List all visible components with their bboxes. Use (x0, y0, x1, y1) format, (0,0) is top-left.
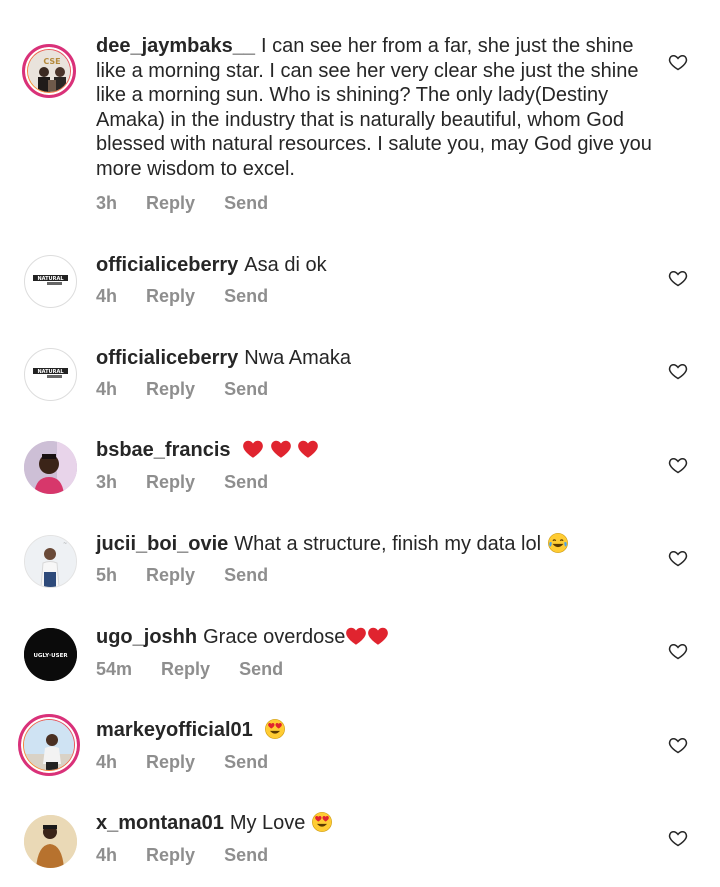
brand-logo-icon: UGLY·USER (24, 628, 77, 681)
like-heart-icon[interactable] (668, 268, 688, 288)
red-heart-emoji-icon (346, 627, 367, 645)
red-heart-emoji-icon (270, 440, 291, 458)
comments-list: CSE dee_jaymbaks__ I can see her from a f… (0, 0, 720, 887)
send-button[interactable]: Send (239, 659, 283, 679)
reply-button[interactable]: Reply (161, 659, 210, 679)
avatar[interactable]: NATURAL (24, 348, 77, 401)
svg-text:CSE: CSE (43, 57, 60, 66)
comment-username[interactable]: bsbae_francis (96, 439, 231, 461)
logo-text: UGLY·USER (33, 653, 68, 659)
send-button[interactable]: Send (224, 752, 268, 772)
send-button[interactable]: Send (224, 193, 268, 213)
comment-username[interactable]: markeyofficial01 (96, 719, 253, 741)
reply-button[interactable]: Reply (146, 286, 195, 306)
comment-text: markeyofficial01 (96, 718, 656, 743)
comment-meta: 5h Reply Send (96, 565, 292, 586)
send-button[interactable]: Send (224, 286, 268, 306)
red-heart-emoji-icon (368, 627, 389, 645)
comment-text: x_montana01 My Love (96, 811, 656, 836)
comment-body: What a structure, finish my data lol (234, 533, 542, 555)
comment-body: Nwa Amaka (244, 347, 352, 369)
heart-eyes-emoji-icon (312, 812, 332, 832)
comment-username[interactable]: dee_jaymbaks__ (96, 35, 255, 57)
comment-meta: 3h Reply Send (96, 472, 292, 493)
red-heart-emoji-icon (243, 440, 263, 458)
like-heart-icon[interactable] (668, 548, 688, 568)
avatar[interactable]: ~ (24, 535, 77, 588)
logo-text: NATURAL (37, 276, 64, 282)
comment-username[interactable]: jucii_boi_ovie (96, 533, 228, 555)
like-heart-icon[interactable] (668, 361, 688, 381)
avatar[interactable] (24, 441, 77, 494)
comment-body: My Love (229, 812, 306, 834)
comment-meta: 4h Reply Send (96, 845, 292, 866)
send-button[interactable]: Send (224, 379, 268, 399)
comment-username[interactable]: ugo_joshh (96, 626, 197, 648)
comment-time: 3h (96, 193, 118, 213)
reply-button[interactable]: Reply (146, 565, 195, 585)
comment-body: Grace overdose (203, 626, 346, 648)
comment-text: officialiceberry Asa di ok (96, 253, 656, 278)
person-photo-icon (24, 720, 74, 770)
send-button[interactable]: Send (224, 565, 268, 585)
comment-time: 4h (96, 752, 118, 772)
person-photo-icon (24, 815, 77, 868)
person-photo-icon (24, 441, 77, 494)
red-heart-emoji-icon (298, 440, 319, 458)
comment-text: ugo_joshh Grace overdose (96, 625, 656, 650)
comment-time: 5h (96, 565, 118, 585)
logo-text: NATURAL (37, 369, 64, 375)
comment-meta: 4h Reply Send (96, 379, 292, 400)
comment-username[interactable]: x_montana01 (96, 812, 224, 834)
person-photo-icon: ~ (25, 536, 76, 587)
reply-button[interactable]: Reply (146, 193, 195, 213)
brand-logo-icon: NATURAL (33, 275, 68, 285)
comment-text: dee_jaymbaks__ I can see her from a far, … (96, 34, 656, 182)
comment-time: 54m (96, 659, 133, 679)
reply-button[interactable]: Reply (146, 379, 195, 399)
comment-time: 4h (96, 286, 118, 306)
comment-text: bsbae_francis (96, 438, 656, 463)
send-button[interactable]: Send (224, 472, 268, 492)
like-heart-icon[interactable] (668, 455, 688, 475)
avatar[interactable]: NATURAL (24, 255, 77, 308)
heart-eyes-emoji-icon (265, 719, 286, 739)
comment-meta: 4h Reply Send (96, 752, 292, 773)
group-photo-icon: CSE (28, 50, 70, 92)
reply-button[interactable]: Reply (146, 752, 195, 772)
like-heart-icon[interactable] (668, 828, 688, 848)
comment-username[interactable]: officialiceberry (96, 347, 238, 369)
comment-username[interactable]: officialiceberry (96, 254, 238, 276)
svg-text:~: ~ (63, 541, 67, 547)
comment-meta: 4h Reply Send (96, 286, 292, 307)
avatar[interactable] (24, 815, 77, 868)
tears-of-joy-emoji-icon (547, 533, 568, 553)
comment-time: 4h (96, 845, 118, 865)
brand-logo-icon: NATURAL (33, 368, 68, 378)
like-heart-icon[interactable] (668, 641, 688, 661)
send-button[interactable]: Send (224, 845, 268, 865)
comment-time: 4h (96, 379, 118, 399)
avatar[interactable] (18, 714, 80, 776)
like-heart-icon[interactable] (668, 52, 688, 72)
reply-button[interactable]: Reply (146, 845, 195, 865)
comment-meta: 54m Reply Send (96, 659, 307, 680)
comment-text: officialiceberry Nwa Amaka (96, 346, 656, 371)
like-heart-icon[interactable] (668, 735, 688, 755)
comment-text: jucii_boi_ovie What a structure, finish m… (96, 532, 656, 557)
comment-body: Asa di ok (244, 254, 327, 276)
comment-meta: 3h Reply Send (96, 193, 292, 214)
avatar[interactable]: UGLY·USER (24, 628, 77, 681)
comment-time: 3h (96, 472, 118, 492)
reply-button[interactable]: Reply (146, 472, 195, 492)
avatar[interactable]: CSE (22, 44, 76, 98)
